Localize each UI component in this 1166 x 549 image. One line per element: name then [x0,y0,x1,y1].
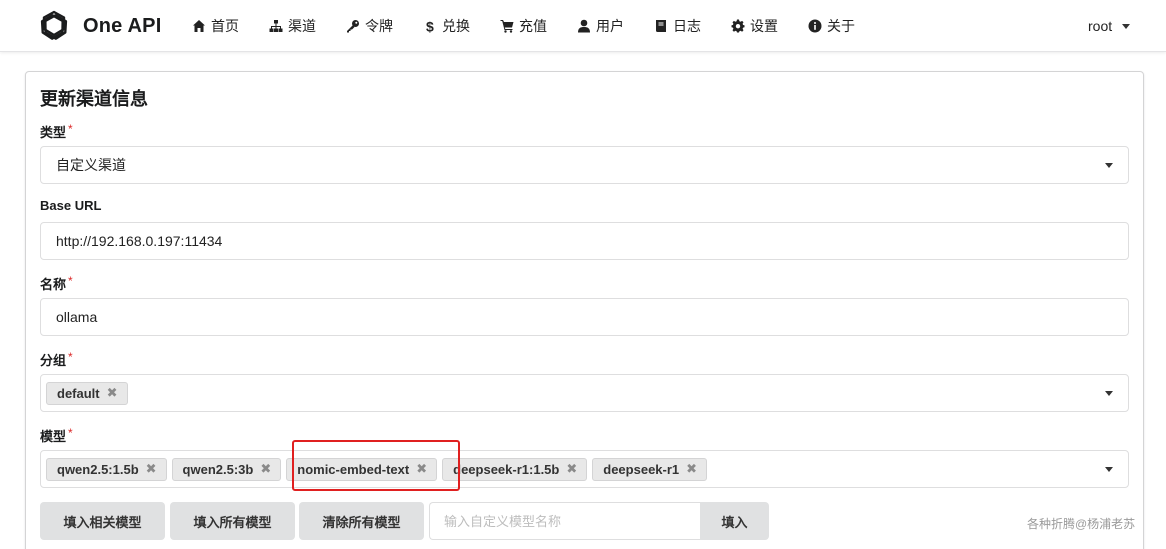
key-icon [347,20,359,33]
openai-logo-icon [36,8,72,44]
base-url-label: Base URL [40,198,102,213]
close-icon[interactable]: ✖ [107,385,118,401]
watermark: 各种折腾@杨浦老苏 [1027,517,1136,531]
nav-item-logs[interactable]: 日志 [654,0,701,52]
nav-item-channels[interactable]: 渠道 [269,0,316,52]
models-multiselect[interactable]: qwen2.5:1.5b ✖ qwen2.5:3b ✖ nomic-embed-te… [40,450,1129,488]
nav-label: 充值 [519,18,547,34]
page-title: 更新渠道信息 [40,89,148,109]
base-url-value: http://192.168.0.197:11434 [56,233,223,249]
highlight-box [292,440,460,491]
main-nav: 首页 渠道 令牌 $ 兑换 充值 用户 日志 设置 关于 [192,0,885,52]
nav-item-topup[interactable]: 充值 [500,0,547,52]
group-chip-default[interactable]: default ✖ [46,381,128,405]
nav-item-settings[interactable]: 设置 [731,0,778,52]
brand-name: One API [83,14,162,37]
svg-text:$: $ [426,19,434,33]
nav-item-users[interactable]: 用户 [577,0,624,52]
close-icon[interactable]: ✖ [686,461,697,477]
username: root [1088,18,1113,34]
model-chip[interactable]: qwen2.5:3b ✖ [171,457,282,481]
model-chip[interactable]: deepseek-r1 ✖ [592,457,708,481]
top-navbar: One API 首页 渠道 令牌 $ 兑换 充值 用户 日志 设置 关于 roo… [0,0,1166,52]
sitemap-icon [269,20,283,32]
nav-label: 令牌 [365,18,393,34]
fill-custom-model-button[interactable]: 填入 [700,502,769,540]
user-icon [578,19,590,33]
required-mark: * [68,350,73,364]
close-icon[interactable]: ✖ [260,461,271,477]
required-mark: * [68,122,73,136]
home-icon [193,20,205,32]
type-select[interactable]: 自定义渠道 [40,146,1129,184]
close-icon[interactable]: ✖ [566,461,577,477]
user-menu[interactable]: root [1088,0,1131,52]
name-label: 名称 * [40,274,73,292]
name-value: ollama [56,309,98,325]
fill-related-models-button[interactable]: 填入相关模型 [40,502,165,540]
nav-label: 关于 [827,18,855,34]
nav-item-home[interactable]: 首页 [192,0,239,52]
nav-item-tokens[interactable]: 令牌 [346,0,393,52]
required-mark: * [68,274,73,288]
cart-icon [500,20,514,33]
type-label: 类型 * [40,122,73,140]
model-chip[interactable]: deepseek-r1:1.5b ✖ [442,457,588,481]
group-label: 分组 * [40,350,73,368]
book-icon [656,20,666,32]
nav-label: 兑换 [442,18,470,34]
chevron-down-icon [1105,391,1113,396]
nav-label: 首页 [211,18,239,34]
edit-channel-card: 更新渠道信息 类型 * 自定义渠道 Base URL http://192.168… [25,71,1144,549]
chevron-down-icon [1105,467,1113,472]
group-multiselect[interactable]: default ✖ [40,374,1129,412]
type-select-value: 自定义渠道 [56,157,126,173]
info-icon [808,19,822,33]
name-input[interactable]: ollama [40,298,1129,336]
chevron-down-icon [1105,163,1113,168]
required-mark: * [68,426,73,440]
chevron-down-icon [1122,23,1131,29]
close-icon[interactable]: ✖ [146,461,157,477]
gear-icon [731,19,745,33]
dollar-icon: $ [426,19,434,33]
model-chip[interactable]: qwen2.5:1.5b ✖ [46,457,167,481]
fill-all-models-button[interactable]: 填入所有模型 [170,502,295,540]
base-url-input[interactable]: http://192.168.0.197:11434 [40,222,1129,260]
custom-model-input[interactable] [429,502,701,540]
models-label: 模型 * [40,426,73,444]
nav-label: 渠道 [288,18,316,34]
nav-label: 用户 [596,18,624,34]
clear-all-models-button[interactable]: 清除所有模型 [299,502,424,540]
nav-label: 日志 [673,18,701,34]
nav-item-about[interactable]: 关于 [808,0,855,52]
nav-item-redeem[interactable]: $ 兑换 [423,0,470,52]
brand[interactable]: One API [36,8,161,44]
nav-label: 设置 [750,18,778,34]
